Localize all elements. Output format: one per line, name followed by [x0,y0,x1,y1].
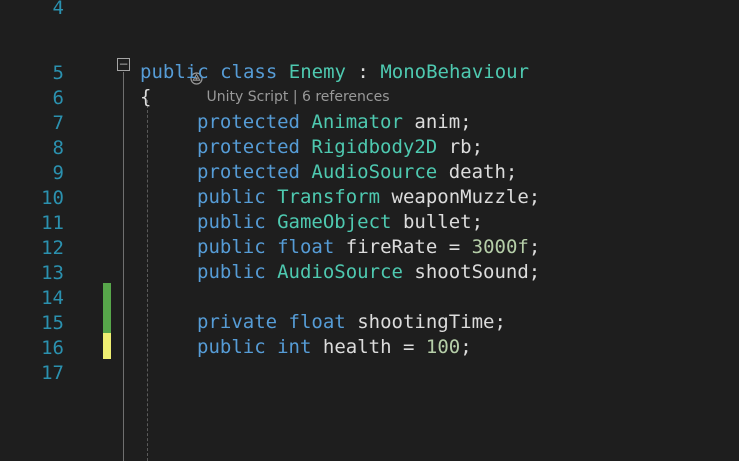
line-number: 12 [41,237,64,259]
type-name: Animator [311,111,403,133]
line-number-gutter: 4 5 6 7 8 9 10 11 12 13 14 15 16 17 [0,0,95,461]
keyword: class [220,61,278,83]
indent-guide [147,100,148,461]
keyword: int [277,336,312,358]
line-number: 16 [41,337,64,359]
fold-region-line [123,72,124,461]
line-number: 14 [41,287,64,309]
codelens-separator: | [292,89,298,105]
line-number: 7 [52,112,64,134]
keyword: float [277,236,335,258]
line-number: 13 [41,262,64,284]
numeric-literal: 3000f [471,236,529,258]
code-line-15[interactable]: private float shootingTime; [197,311,506,333]
code-line-11[interactable]: public GameObject bullet; [197,211,483,233]
line-number: 8 [52,137,64,159]
code-line-7[interactable]: protected Animator anim; [197,111,472,133]
base-class: MonoBehaviour [380,61,530,83]
type-name: Rigidbody2D [311,136,438,158]
identifier: rb; [448,136,484,158]
operator: = [402,336,415,358]
keyword: protected [197,136,300,158]
line-number: 15 [41,312,64,334]
type-name: AudioSource [311,161,438,183]
code-line-12[interactable]: public float fireRate = 3000f; [197,236,540,258]
keyword: public [197,236,266,258]
line-number: 17 [41,362,64,384]
line-number: 10 [41,187,64,209]
type-name: GameObject [277,211,392,233]
codelens-references[interactable]: 6 references [302,89,390,105]
type-name: Transform [277,186,381,208]
punctuation: : [357,61,369,83]
identifier: fireRate [345,236,438,258]
keyword: public [197,336,266,358]
unsaved-change-marker [103,333,111,359]
keyword: public [197,211,266,233]
keyword: public [140,61,209,83]
numeric-literal: 100 [425,336,461,358]
code-line-8[interactable]: protected Rigidbody2D rb; [197,136,483,158]
keyword: float [288,311,346,333]
type-name: AudioSource [277,261,403,283]
code-line-6[interactable]: { [140,86,151,108]
identifier: shootSound; [414,261,541,283]
semicolon: ; [528,236,541,258]
saved-change-marker [103,283,111,333]
identifier: health [322,336,392,358]
identifier: bullet; [402,211,484,233]
codelens-unity-script[interactable]: Unity Script [207,89,289,105]
line-number: 6 [52,87,64,109]
code-line-13[interactable]: public AudioSource shootSound; [197,261,540,283]
identifier: anim; [414,111,472,133]
open-brace: { [140,86,152,108]
keyword: protected [197,161,300,183]
keyword: protected [197,111,300,133]
operator: = [448,236,461,258]
keyword: public [197,186,266,208]
line-number: 9 [52,162,64,184]
class-name: Enemy [288,61,346,83]
line-number: 5 [52,62,64,84]
code-line-5[interactable]: public class Enemy : MonoBehaviour [140,61,529,83]
code-editor[interactable]: 4 5 6 7 8 9 10 11 12 13 14 15 16 17 − Un… [0,0,739,461]
identifier: shootingTime; [357,311,506,333]
line-number: 11 [41,212,64,234]
collapse-toggle-icon[interactable]: − [117,58,130,71]
code-line-9[interactable]: protected AudioSource death; [197,161,517,183]
line-number: 4 [52,0,64,19]
semicolon: ; [460,336,472,358]
keyword: private [197,311,278,333]
keyword: public [197,261,266,283]
code-line-16[interactable]: public int health = 100; [197,336,472,358]
code-line-10[interactable]: public Transform weaponMuzzle; [197,186,540,208]
identifier: death; [448,161,518,183]
identifier: weaponMuzzle; [391,186,541,208]
